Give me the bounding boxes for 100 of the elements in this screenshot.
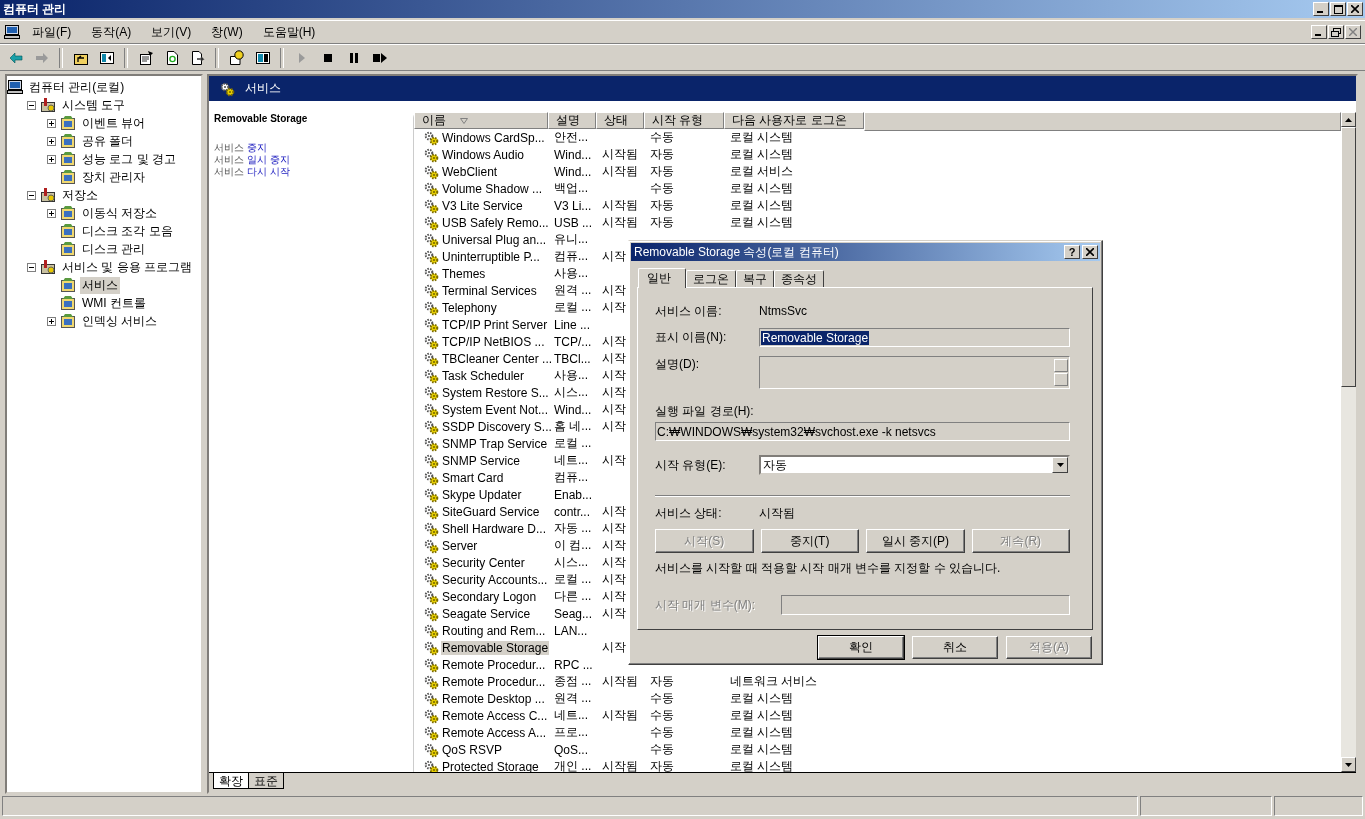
dialog-tab[interactable]: 로그온 xyxy=(686,270,736,287)
service-name[interactable]: USB Safely Remo... xyxy=(441,215,550,230)
service-name[interactable]: V3 Lite Service xyxy=(441,198,524,213)
service-name[interactable]: Remote Access C... xyxy=(441,708,549,723)
service-name[interactable]: TCP/IP Print Server xyxy=(441,317,549,332)
tree-item[interactable]: 저장소 xyxy=(60,186,100,204)
dialog-button[interactable]: 확인 xyxy=(818,636,904,659)
path-field[interactable]: C:₩WINDOWS₩system32₩svchost.exe -k netsvcs xyxy=(655,422,1070,441)
tree-item[interactable]: 시스템 도구 xyxy=(60,96,128,114)
menu-item[interactable]: 동작(A) xyxy=(83,22,140,42)
column-header[interactable]: 다음 사용자로 로그온 xyxy=(724,112,864,129)
tree-item[interactable]: 디스크 관리 xyxy=(80,240,148,258)
service-action-link[interactable]: 서비스 중지 xyxy=(214,142,413,154)
service-name[interactable]: WebClient xyxy=(441,164,499,179)
service-name[interactable]: Universal Plug an... xyxy=(441,232,548,247)
scroll-up-icon[interactable] xyxy=(1345,117,1352,122)
help-button[interactable]: ? xyxy=(1064,245,1080,259)
service-name[interactable]: TCP/IP NetBIOS ... xyxy=(441,334,546,349)
expand-icon[interactable] xyxy=(47,208,56,218)
service-name[interactable]: Skype Updater xyxy=(441,487,523,502)
service-name[interactable]: Windows Audio xyxy=(441,147,526,162)
column-header[interactable]: 이름 xyxy=(414,112,548,129)
computer-icon[interactable] xyxy=(4,24,20,40)
service-name[interactable]: QoS RSVP xyxy=(441,742,504,757)
expand-icon[interactable] xyxy=(47,316,56,326)
service-name[interactable]: TBCleaner Center ... xyxy=(441,351,554,366)
service-name[interactable]: Remote Desktop ... xyxy=(441,691,546,706)
service-name[interactable]: Windows CardSp... xyxy=(441,130,546,145)
service-name[interactable]: Uninterruptible P... xyxy=(441,249,541,264)
service-name[interactable]: Remote Procedur... xyxy=(441,657,547,672)
service-name[interactable]: Seagate Service xyxy=(441,606,532,621)
service-control-button[interactable]: 중지(T) xyxy=(760,529,859,553)
service-name[interactable]: Task Scheduler xyxy=(441,368,526,383)
expand-icon[interactable] xyxy=(47,118,56,128)
parameters-field[interactable] xyxy=(781,595,1070,615)
tree-item[interactable]: WMI 컨트롤 xyxy=(80,294,148,312)
service-name[interactable]: Telephony xyxy=(441,300,498,315)
vertical-scrollbar[interactable] xyxy=(1341,112,1356,772)
service-name[interactable]: System Event Not... xyxy=(441,402,550,417)
service-action-link[interactable]: 서비스 일시 중지 xyxy=(214,154,413,166)
service-name[interactable]: Volume Shadow ... xyxy=(441,181,544,196)
close-button[interactable] xyxy=(1345,25,1361,39)
display-name-field[interactable]: Removable Storage xyxy=(759,328,1070,347)
service-name[interactable]: SiteGuard Service xyxy=(441,504,541,519)
tree-item[interactable]: 컴퓨터 관리(로컬) xyxy=(27,78,127,96)
service-name[interactable]: Remote Access A... xyxy=(441,725,548,740)
column-header[interactable]: 시작 유형 xyxy=(644,112,724,129)
dialog-tab[interactable]: 일반 xyxy=(638,268,686,288)
service-name[interactable]: System Restore S... xyxy=(441,385,550,400)
tree-item[interactable]: 이동식 저장소 xyxy=(80,204,160,222)
dialog-tab[interactable]: 복구 xyxy=(736,270,774,287)
service-name[interactable]: Secondary Logon xyxy=(441,589,538,604)
dialog-button[interactable]: 취소 xyxy=(912,636,998,659)
view-tab[interactable]: 표준 xyxy=(248,773,284,789)
minimize-button[interactable] xyxy=(1313,2,1329,16)
close-button[interactable] xyxy=(1082,245,1098,259)
menu-item[interactable]: 보기(V) xyxy=(143,22,200,42)
service-name[interactable]: SSDP Discovery S... xyxy=(441,419,553,434)
tree-item[interactable]: 공유 폴더 xyxy=(80,132,136,150)
tree-item[interactable]: 인덱싱 서비스 xyxy=(80,312,160,330)
maximize-button[interactable] xyxy=(1330,2,1346,16)
service-action-link[interactable]: 서비스 다시 시작 xyxy=(214,166,413,178)
service-name[interactable]: Themes xyxy=(441,266,487,281)
scroll-down-icon[interactable] xyxy=(1345,762,1352,767)
tree-item[interactable]: 이벤트 뷰어 xyxy=(80,114,148,132)
service-name[interactable]: Routing and Rem... xyxy=(441,623,547,638)
view-tab[interactable]: 확장 xyxy=(213,773,249,789)
expand-icon[interactable] xyxy=(47,136,56,146)
menu-item[interactable]: 창(W) xyxy=(203,22,251,42)
collapse-icon[interactable] xyxy=(27,262,36,272)
collapse-icon[interactable] xyxy=(27,190,36,200)
column-header[interactable]: 상태 xyxy=(596,112,644,129)
service-name[interactable]: SNMP Service xyxy=(441,453,521,468)
service-name[interactable]: Security Center xyxy=(441,555,526,570)
service-name[interactable]: Security Accounts... xyxy=(441,572,549,587)
service-name[interactable]: SNMP Trap Service xyxy=(441,436,549,451)
startup-type-dropdown[interactable]: 자동 xyxy=(759,455,1070,475)
menu-item[interactable]: 파일(F) xyxy=(24,22,80,42)
close-button[interactable] xyxy=(1347,2,1363,16)
tree-item[interactable]: 디스크 조각 모음 xyxy=(80,222,175,240)
menu-item[interactable]: 도움말(H) xyxy=(254,22,324,42)
tree-item[interactable]: 서비스 및 응용 프로그램 xyxy=(60,258,194,276)
service-name[interactable]: Remote Procedur... xyxy=(441,674,547,689)
service-name[interactable]: Removable Storage xyxy=(441,640,550,655)
expand-icon[interactable] xyxy=(47,154,56,164)
restore-button[interactable] xyxy=(1328,25,1344,39)
service-name[interactable]: Server xyxy=(441,538,479,553)
minimize-button[interactable] xyxy=(1311,25,1327,39)
tree-item[interactable]: 서비스 xyxy=(80,276,120,294)
dialog-tab[interactable]: 종속성 xyxy=(774,270,824,287)
tree-item[interactable]: 성능 로그 및 경고 xyxy=(80,150,178,168)
column-header[interactable]: 설명 xyxy=(548,112,596,129)
service-control-button[interactable]: 일시 중지(P) xyxy=(866,529,965,553)
collapse-icon[interactable] xyxy=(27,100,36,110)
tree-item[interactable]: 장치 관리자 xyxy=(80,168,148,186)
service-name[interactable]: Terminal Services xyxy=(441,283,538,298)
description-field[interactable] xyxy=(759,356,1070,389)
service-name[interactable]: Smart Card xyxy=(441,470,505,485)
snap-in-icon xyxy=(60,115,76,131)
service-name[interactable]: Shell Hardware D... xyxy=(441,521,548,536)
